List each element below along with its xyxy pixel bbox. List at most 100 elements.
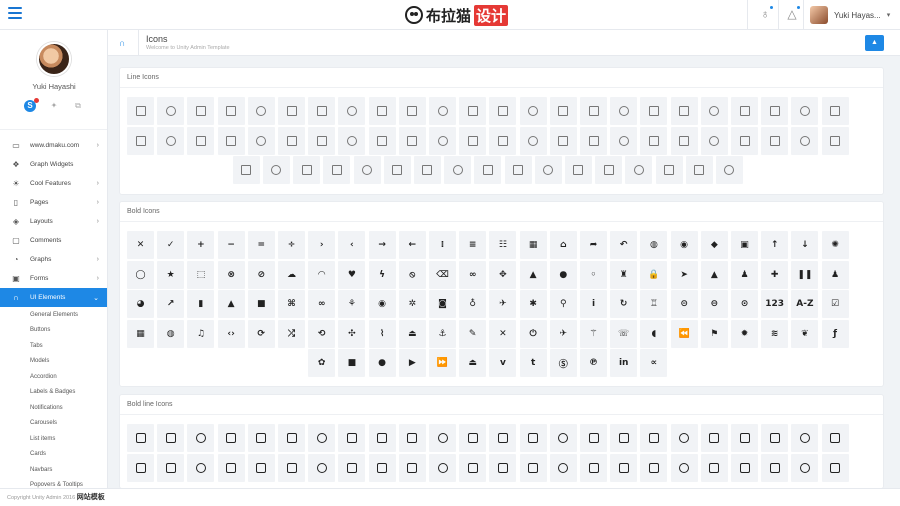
- icon-cell[interactable]: [217, 126, 245, 155]
- alert-icon[interactable]: △: [785, 5, 801, 21]
- icon-cell[interactable]: ▣: [731, 231, 758, 259]
- icon-cell[interactable]: Ⓢ: [549, 349, 577, 377]
- icon-cell[interactable]: ▲: [217, 290, 245, 318]
- icon-cell[interactable]: ◖: [640, 319, 668, 348]
- icon-cell[interactable]: ✲: [398, 290, 426, 318]
- icon-cell[interactable]: [549, 126, 577, 155]
- icon-cell[interactable]: [700, 126, 728, 155]
- icon-cell[interactable]: [580, 453, 607, 482]
- icon-cell[interactable]: +: [187, 231, 215, 259]
- icon-cell[interactable]: →: [368, 231, 396, 259]
- icon-cell[interactable]: ℗: [580, 349, 607, 377]
- icon-cell[interactable]: ●: [368, 349, 396, 377]
- icon-cell[interactable]: [489, 453, 517, 482]
- icon-cell[interactable]: [549, 424, 577, 452]
- icon-cell[interactable]: [640, 97, 668, 125]
- icon-cell[interactable]: [278, 453, 305, 482]
- icon-cell[interactable]: ◉: [368, 290, 396, 318]
- icon-cell[interactable]: [519, 97, 547, 125]
- icon-cell[interactable]: [429, 453, 456, 482]
- icon-cell[interactable]: [293, 156, 321, 184]
- icon-cell[interactable]: [625, 156, 653, 184]
- icon-cell[interactable]: ▦: [127, 319, 154, 348]
- icon-cell[interactable]: [791, 453, 819, 482]
- icon-cell[interactable]: ✹: [731, 319, 758, 348]
- icon-cell[interactable]: [157, 126, 185, 155]
- icon-cell[interactable]: ←: [398, 231, 426, 259]
- icon-cell[interactable]: ◍: [640, 231, 668, 259]
- icon-cell[interactable]: [670, 97, 698, 125]
- sidebar-item-graphs[interactable]: ◔ Graphs ›: [0, 250, 107, 269]
- icon-cell[interactable]: [715, 156, 743, 184]
- icon-cell[interactable]: [655, 156, 683, 184]
- icon-cell[interactable]: ⏏: [459, 349, 487, 377]
- icon-cell[interactable]: ♥: [338, 260, 366, 289]
- icon-cell[interactable]: [489, 126, 517, 155]
- icon-cell[interactable]: ◙: [429, 290, 456, 318]
- icon-cell[interactable]: ∞: [459, 260, 487, 289]
- profile-avatar[interactable]: [37, 42, 71, 76]
- user-menu[interactable]: Yuki Hayas... ▾: [810, 4, 890, 26]
- icon-cell[interactable]: [127, 453, 154, 482]
- icon-cell[interactable]: [308, 424, 336, 452]
- icon-cell[interactable]: ⊘: [247, 260, 275, 289]
- icon-cell[interactable]: [338, 126, 366, 155]
- icon-cell[interactable]: ▲: [519, 260, 547, 289]
- icon-cell[interactable]: [127, 126, 154, 155]
- icon-cell[interactable]: [610, 126, 638, 155]
- icon-cell[interactable]: [308, 97, 336, 125]
- subnav-item-general-elements[interactable]: General Elements: [0, 307, 107, 323]
- sidebar-item-www-dmaku-com[interactable]: ▭ www.dmaku.com ›: [0, 136, 107, 155]
- notification-bell-icon[interactable]: ♁: [758, 5, 774, 21]
- icon-cell[interactable]: ◆: [700, 231, 728, 259]
- icon-cell[interactable]: ⟳: [247, 319, 275, 348]
- icon-cell[interactable]: [157, 424, 185, 452]
- icon-cell[interactable]: ✣: [338, 319, 366, 348]
- icon-cell[interactable]: ✓: [157, 231, 185, 259]
- icon-cell[interactable]: [821, 97, 849, 125]
- icon-cell[interactable]: ⅰ: [580, 290, 607, 318]
- icon-cell[interactable]: [398, 97, 426, 125]
- icon-cell[interactable]: [534, 156, 562, 184]
- icon-cell[interactable]: [217, 97, 245, 125]
- icon-cell[interactable]: [580, 97, 607, 125]
- icon-cell[interactable]: ↑: [761, 231, 789, 259]
- icon-cell[interactable]: [640, 453, 668, 482]
- icon-cell[interactable]: [731, 126, 758, 155]
- icon-cell[interactable]: [368, 126, 396, 155]
- icon-cell[interactable]: ⏪: [670, 319, 698, 348]
- icon-cell[interactable]: [610, 97, 638, 125]
- sidebar-item-forms[interactable]: ▣ Forms ›: [0, 269, 107, 288]
- icon-cell[interactable]: ✥: [489, 260, 517, 289]
- icon-cell[interactable]: [398, 126, 426, 155]
- subnav-item-tabs[interactable]: Tabs: [0, 338, 107, 354]
- icon-cell[interactable]: ≡: [459, 231, 487, 259]
- icon-cell[interactable]: ⏻: [519, 319, 547, 348]
- icon-cell[interactable]: ⊗: [217, 260, 245, 289]
- icon-cell[interactable]: [247, 126, 275, 155]
- icon-cell[interactable]: A-Z: [791, 290, 819, 318]
- icon-cell[interactable]: ☷: [489, 231, 517, 259]
- icon-cell[interactable]: [459, 126, 487, 155]
- icon-cell[interactable]: ⌇: [368, 319, 396, 348]
- sidebar-item-ui-elements[interactable]: ∩ UI Elements ⌄: [0, 288, 107, 307]
- icon-cell[interactable]: [459, 97, 487, 125]
- icon-cell[interactable]: ✕: [127, 231, 154, 259]
- subnav-item-notifications[interactable]: Notifications: [0, 400, 107, 416]
- icon-cell[interactable]: [670, 126, 698, 155]
- icon-cell[interactable]: [338, 453, 366, 482]
- icon-cell[interactable]: [791, 97, 819, 125]
- icon-cell[interactable]: [731, 424, 758, 452]
- icon-cell[interactable]: ∞: [308, 290, 336, 318]
- icon-cell[interactable]: ⏏: [398, 319, 426, 348]
- icon-cell[interactable]: [564, 156, 592, 184]
- icon-cell[interactable]: ⤮: [278, 319, 305, 348]
- icon-cell[interactable]: [383, 156, 411, 184]
- icon-cell[interactable]: ♟: [821, 260, 849, 289]
- icon-cell[interactable]: [640, 126, 668, 155]
- icon-cell[interactable]: [504, 156, 532, 184]
- icon-cell[interactable]: [308, 126, 336, 155]
- icon-cell[interactable]: ∝: [640, 349, 668, 377]
- icon-cell[interactable]: ❚❚: [791, 260, 819, 289]
- logo[interactable]: 布拉猫 设计: [405, 3, 509, 27]
